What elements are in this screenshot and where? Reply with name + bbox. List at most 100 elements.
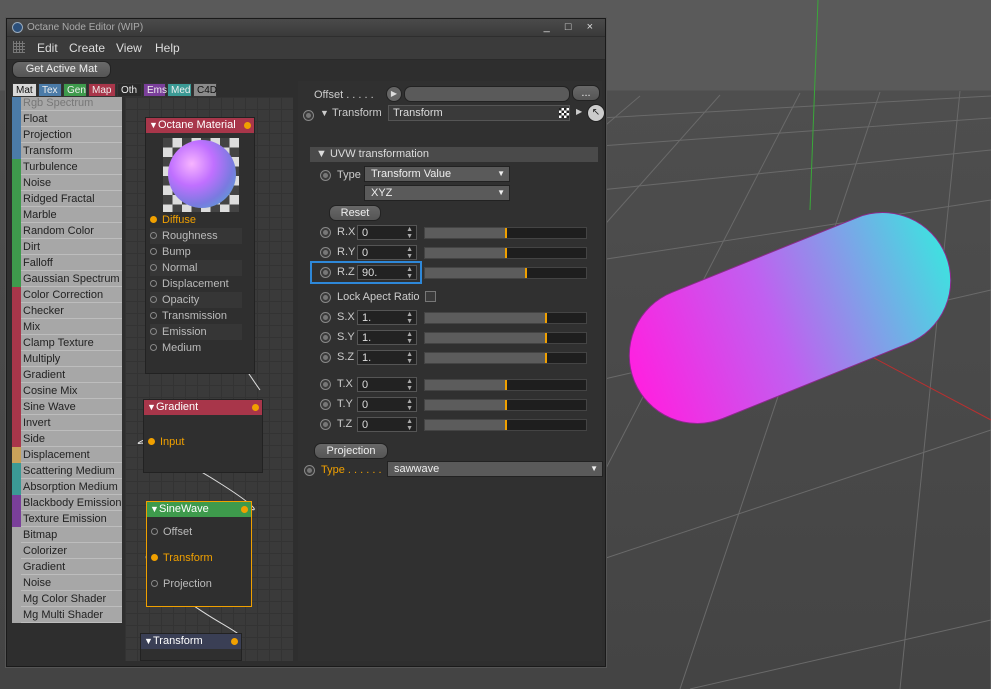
node-list-item[interactable]: Float <box>12 111 122 127</box>
lock-aspect-radio[interactable] <box>320 292 331 303</box>
param-value-field[interactable]: 1. ▲ ▼ <box>357 310 417 325</box>
slider-handle[interactable] <box>544 333 547 343</box>
tab-mat[interactable]: Mat <box>12 83 37 97</box>
slider-handle[interactable] <box>544 353 547 363</box>
arrow-right-icon[interactable]: ▶ <box>576 107 582 116</box>
spinner-icon[interactable]: ▲ ▼ <box>406 418 413 432</box>
input-pin-row[interactable]: Transmission <box>150 308 242 324</box>
tab-oth[interactable]: Oth <box>117 83 142 97</box>
pin-dot[interactable] <box>150 344 157 351</box>
pin-dot[interactable] <box>150 328 157 335</box>
node-list-item[interactable]: Sine Wave <box>12 399 122 415</box>
menu-view[interactable]: View <box>116 41 142 55</box>
node-list-item[interactable]: Gaussian Spectrum <box>12 271 122 287</box>
tab-c4d[interactable]: C4D <box>193 83 217 97</box>
proj-type-radio[interactable] <box>304 465 315 476</box>
node-list-item[interactable]: Turbulence <box>12 159 122 175</box>
output-pin[interactable] <box>231 638 238 645</box>
node-header[interactable]: ▼ Octane Material <box>146 118 254 133</box>
pin-dot[interactable] <box>151 554 158 561</box>
param-value-field[interactable]: 1. ▲ ▼ <box>357 330 417 345</box>
input-pin-row[interactable]: Input <box>148 434 236 450</box>
tab-tex[interactable]: Tex <box>38 83 62 97</box>
node-list-item[interactable]: Scattering Medium <box>12 463 122 479</box>
projection-button[interactable]: Projection <box>314 443 388 459</box>
slider-handle[interactable] <box>504 380 507 390</box>
node-list-item[interactable]: Bitmap <box>12 527 122 543</box>
param-radio[interactable] <box>320 419 331 430</box>
uvw-section-header[interactable]: ▼ UVW transformation <box>310 147 598 162</box>
pin-dot[interactable] <box>150 296 157 303</box>
spinner-icon[interactable]: ▲ ▼ <box>406 398 413 412</box>
pin-dot[interactable] <box>151 580 158 587</box>
slider-handle[interactable] <box>504 248 507 258</box>
collapse-icon[interactable]: ▼ <box>144 634 153 649</box>
param-value-field[interactable]: 0 ▲ ▼ <box>357 397 417 412</box>
input-pin-row[interactable]: Emission <box>150 324 242 340</box>
gradient-node[interactable]: ▼ Gradient Input <box>143 399 263 473</box>
slider-handle[interactable] <box>524 268 527 278</box>
param-value-field[interactable]: 0 ▲ ▼ <box>357 225 417 240</box>
tab-gen[interactable]: Gen <box>63 83 87 97</box>
param-radio[interactable] <box>320 379 331 390</box>
pin-dot[interactable] <box>150 312 157 319</box>
node-header[interactable]: ▼ Transform <box>141 634 241 649</box>
spinner-icon[interactable]: ▲ ▼ <box>406 351 413 365</box>
get-active-mat-button[interactable]: Get Active Mat <box>12 61 111 78</box>
spinner-icon[interactable]: ▲ ▼ <box>406 246 413 260</box>
node-list-item[interactable]: Colorizer <box>12 543 122 559</box>
input-pin-row[interactable]: Medium <box>150 340 242 356</box>
pin-dot[interactable] <box>150 248 157 255</box>
pin-dot[interactable] <box>148 438 155 445</box>
node-list-item[interactable]: Noise <box>12 175 122 191</box>
param-radio[interactable] <box>320 247 331 258</box>
node-list-item[interactable]: Side <box>12 431 122 447</box>
input-pin-row[interactable]: Transform <box>151 550 239 566</box>
param-slider[interactable] <box>424 352 587 364</box>
sinewave-node[interactable]: ▼ SineWave Offset Transform Projection <box>146 501 252 607</box>
input-pin-row[interactable]: Opacity <box>150 292 242 308</box>
transform-node[interactable]: ▼ Transform <box>140 633 242 661</box>
param-radio[interactable] <box>320 312 331 323</box>
output-pin[interactable] <box>244 122 251 129</box>
node-graph-canvas[interactable]: ▼ Octane Material Diffuse Roughness Bump No… <box>125 97 293 661</box>
param-radio[interactable] <box>320 352 331 363</box>
reset-button[interactable]: Reset <box>329 205 381 221</box>
node-list-item[interactable]: Texture Emission <box>12 511 122 527</box>
minimize-icon[interactable]: _ <box>544 21 556 33</box>
param-slider[interactable] <box>424 312 587 324</box>
output-pin[interactable] <box>252 404 259 411</box>
node-list-item[interactable]: Gradient <box>12 367 122 383</box>
param-slider[interactable] <box>424 267 587 279</box>
collapse-icon[interactable]: ▼ <box>147 400 156 415</box>
transform-radio[interactable] <box>303 110 314 121</box>
input-pin-row[interactable]: Diffuse <box>150 212 242 228</box>
collapse-icon[interactable]: ▼ <box>150 502 159 517</box>
close-icon[interactable]: × <box>587 21 599 33</box>
spinner-icon[interactable]: ▲ ▼ <box>406 226 413 240</box>
maximize-icon[interactable]: □ <box>565 21 578 33</box>
input-pin-row[interactable]: Projection <box>151 576 239 592</box>
offset-link-button[interactable]: ▶ <box>386 86 402 102</box>
pin-dot[interactable] <box>150 216 157 223</box>
node-list-item[interactable]: Cosine Mix <box>12 383 122 399</box>
node-list-item[interactable]: Checker <box>12 303 122 319</box>
transform-link-field[interactable]: Transform <box>388 105 570 121</box>
param-value-field[interactable]: 0 ▲ ▼ <box>357 417 417 432</box>
param-slider[interactable] <box>424 379 587 391</box>
pin-dot[interactable] <box>150 232 157 239</box>
input-pin-row[interactable]: Roughness <box>150 228 242 244</box>
pin-dot[interactable] <box>151 528 158 535</box>
proj-type-dropdown[interactable]: sawwave ▼ <box>387 461 603 477</box>
node-list-item[interactable]: Displacement <box>12 447 122 463</box>
param-slider[interactable] <box>424 332 587 344</box>
param-slider[interactable] <box>424 419 587 431</box>
slider-handle[interactable] <box>504 228 507 238</box>
collapse-icon[interactable]: ▼ <box>149 118 158 133</box>
input-pin-row[interactable]: Displacement <box>150 276 242 292</box>
grip-icon[interactable] <box>13 41 25 53</box>
node-list-item[interactable]: Gradient <box>12 559 122 575</box>
node-list-item[interactable]: Ridged Fractal <box>12 191 122 207</box>
pin-dot[interactable] <box>150 280 157 287</box>
tab-ems[interactable]: Ems <box>143 83 167 97</box>
